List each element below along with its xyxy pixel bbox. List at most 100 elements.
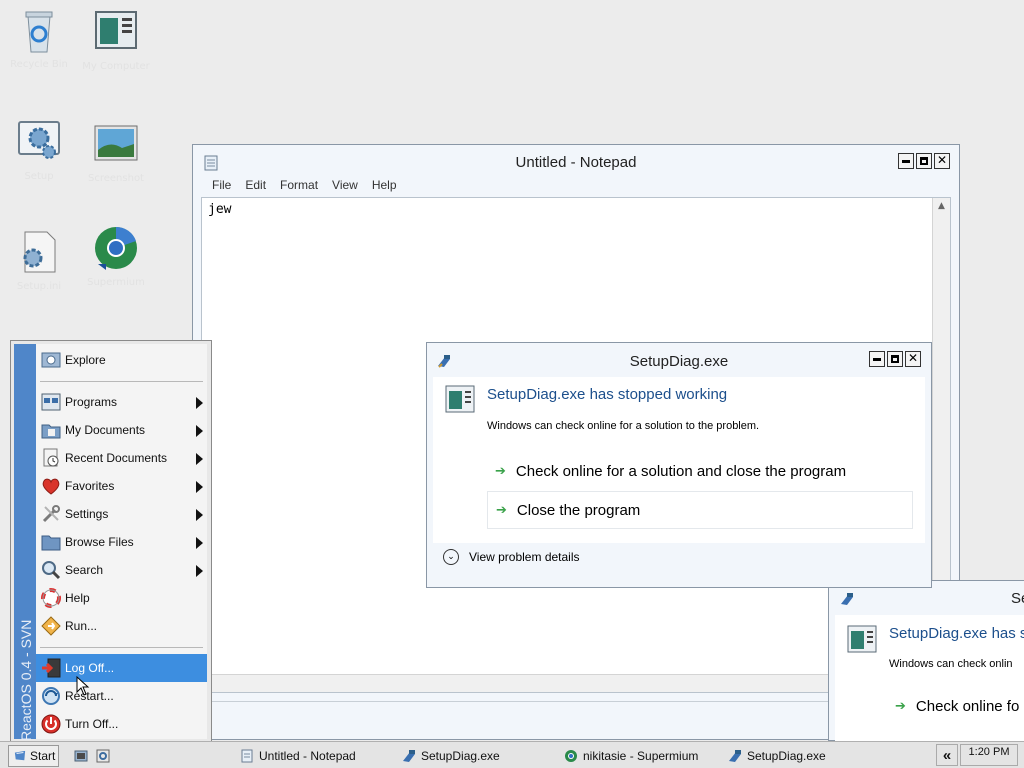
start-menu-separator xyxy=(40,647,203,648)
menu-help[interactable]: Help xyxy=(365,178,404,192)
task-setupdiag-1[interactable]: SetupDiag.exe xyxy=(402,746,500,766)
maximize-button[interactable] xyxy=(887,351,903,367)
task-supermium[interactable]: nikitasie - Supermium xyxy=(564,746,698,766)
close-button[interactable]: ✕ xyxy=(934,153,950,169)
start-menu-label: My Documents xyxy=(65,423,146,437)
option-label: Close the program xyxy=(516,501,641,519)
task-setupdiag-2[interactable]: SetupDiag.exe xyxy=(728,746,826,766)
tray-expand-button[interactable]: « xyxy=(936,744,958,766)
programs-icon xyxy=(41,393,61,411)
close-button[interactable]: ✕ xyxy=(905,351,921,367)
start-menu-explore[interactable]: Explore xyxy=(36,346,207,374)
submenu-arrow-icon xyxy=(196,565,203,577)
start-menu-search[interactable]: Search xyxy=(36,556,207,584)
submenu-arrow-icon xyxy=(196,453,203,465)
dialog-title: SetupDiag.exe xyxy=(629,353,729,370)
start-menu-banner-label: ReactOS 0.4 - SVN xyxy=(18,619,34,741)
option-check-online[interactable]: ➔ Check online fo xyxy=(895,698,1019,715)
supermium-icon xyxy=(95,226,137,270)
dialog-title: Se xyxy=(1011,590,1024,607)
notepad-content: jew xyxy=(208,202,232,217)
menu-view[interactable]: View xyxy=(325,178,365,192)
start-menu-restart[interactable]: Restart... xyxy=(36,682,207,710)
scroll-up-button[interactable]: ▲ xyxy=(933,198,950,215)
start-menu-favorites[interactable]: Favorites xyxy=(36,472,207,500)
start-menu-settings[interactable]: Settings xyxy=(36,500,207,528)
system-clock[interactable]: 1:20 PM xyxy=(960,744,1018,766)
dialog-titlebar[interactable]: SetupDiag.exe ✕ xyxy=(427,343,931,377)
notepad-icon xyxy=(241,749,253,763)
desktop-icon-label: Setup xyxy=(24,171,54,182)
quicklaunch-show-desktop[interactable] xyxy=(74,746,93,766)
menu-edit[interactable]: Edit xyxy=(238,178,273,192)
desktop-icon-setup[interactable]: Setup xyxy=(3,118,75,182)
clock-time: 1:20 PM xyxy=(968,746,1010,758)
desktop-icon-supermium[interactable]: Supermium xyxy=(80,224,152,288)
setupdiag-icon xyxy=(403,750,415,762)
dialog-heading: SetupDiag.exe has stopped working xyxy=(487,386,728,403)
show-desktop-icon xyxy=(74,750,88,762)
option-check-online[interactable]: ➔ Check online for a solution and close … xyxy=(487,456,913,486)
start-menu-label: Help xyxy=(65,591,90,605)
option-close-program[interactable]: ➔ Close the program xyxy=(487,491,913,529)
supermium-icon xyxy=(565,750,577,762)
start-menu-separator xyxy=(40,381,203,382)
start-menu-my-documents[interactable]: My Documents xyxy=(36,416,207,444)
submenu-arrow-icon xyxy=(196,509,203,521)
start-menu-banner: ReactOS 0.4 - SVN xyxy=(14,344,36,741)
start-menu-label: Explore xyxy=(65,353,106,367)
task-label: SetupDiag.exe xyxy=(747,749,826,763)
start-menu-turn-off[interactable]: Turn Off... xyxy=(36,710,207,738)
menu-file[interactable]: File xyxy=(205,178,238,192)
quicklaunch-explorer[interactable] xyxy=(96,746,115,766)
dialog-body: SetupDiag.exe has s Windows can check on… xyxy=(835,615,1024,742)
start-button[interactable]: Start xyxy=(8,745,60,767)
desktop-icon-recycle-bin[interactable]: Recycle Bin xyxy=(3,6,75,70)
screenshot-icon xyxy=(94,125,138,161)
start-menu-label: Log Off... xyxy=(65,661,115,675)
desktop-icon-setup-file[interactable]: Setup.ini xyxy=(3,228,75,292)
start-menu-programs[interactable]: Programs xyxy=(36,388,207,416)
view-details-toggle[interactable]: ⌄ View problem details xyxy=(443,549,580,565)
start-menu-help[interactable]: Help xyxy=(36,584,207,612)
dialog-message: Windows can check onlin xyxy=(889,658,1013,670)
task-notepad[interactable]: Untitled - Notepad xyxy=(240,746,356,766)
app-window-icon xyxy=(445,385,475,413)
menu-format[interactable]: Format xyxy=(273,178,325,192)
maximize-button[interactable] xyxy=(916,153,932,169)
start-menu-label: Run... xyxy=(65,619,98,633)
desktop-icon-screenshot[interactable]: Screenshot xyxy=(80,120,152,184)
submenu-arrow-icon xyxy=(196,537,203,549)
dialog-app-icon xyxy=(841,593,853,605)
start-menu-label: Favorites xyxy=(65,479,115,493)
start-menu-log-off[interactable]: Log Off... xyxy=(36,654,207,682)
setup-file-icon xyxy=(23,231,56,273)
green-arrow-icon: ➔ xyxy=(895,699,906,714)
notepad-menubar: File Edit Format View Help xyxy=(205,178,404,192)
start-menu[interactable]: ReactOS 0.4 - SVN Explore Programs My Do… xyxy=(10,340,212,743)
submenu-arrow-icon xyxy=(196,397,203,409)
task-label: SetupDiag.exe xyxy=(421,749,500,763)
minimize-button[interactable] xyxy=(869,351,885,367)
start-menu-run[interactable]: Run... xyxy=(36,612,207,640)
setupdiag-dialog-2[interactable]: Se SetupDiag.exe has s Windows can check… xyxy=(828,580,1024,742)
recycle-bin-icon xyxy=(25,11,53,53)
notepad-titlebar[interactable]: Untitled - Notepad ✕ xyxy=(193,145,959,179)
start-menu-browse-files[interactable]: Browse Files xyxy=(36,528,207,556)
minimize-button[interactable] xyxy=(898,153,914,169)
green-arrow-icon: ➔ xyxy=(496,502,507,518)
desktop-icon-label: My Computer xyxy=(82,61,150,72)
view-details-label: View problem details xyxy=(469,550,580,564)
start-menu-recent-documents[interactable]: Recent Documents xyxy=(36,444,207,472)
reactos-logo-icon xyxy=(14,750,26,761)
power-icon xyxy=(41,714,61,734)
heart-icon xyxy=(42,478,60,495)
log-off-icon xyxy=(42,658,61,678)
start-menu-label: Programs xyxy=(65,395,118,409)
start-menu-label: Recent Documents xyxy=(65,451,168,465)
desktop-icon-my-computer[interactable]: My Computer xyxy=(80,8,152,72)
horizontal-scrollbar[interactable] xyxy=(202,674,932,692)
notepad-title: Untitled - Notepad xyxy=(515,154,637,171)
start-menu-items: Explore Programs My Documents Recent Doc… xyxy=(36,344,207,739)
setupdiag-dialog[interactable]: SetupDiag.exe ✕ SetupDiag.exe has stoppe… xyxy=(426,342,932,588)
